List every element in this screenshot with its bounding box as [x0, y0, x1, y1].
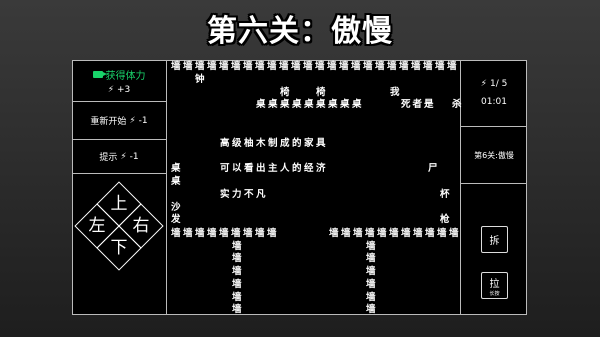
corpse-tile[interactable]: 尸 [428, 163, 438, 175]
wall-tile: 墙 [232, 253, 242, 264]
wall-tile: 墙 [232, 266, 242, 277]
energy-label: 获得体力 [105, 70, 146, 82]
right-label: 右 [132, 216, 150, 236]
tables-row[interactable]: 桌桌桌桌桌桌桌桌桌 [256, 99, 364, 111]
video-icon [92, 70, 107, 78]
clock-tile[interactable]: 钟 [195, 74, 205, 86]
right-panel: ⚡ 1/ 5 01:01 第6关:傲慢 拆 拉 长按 [460, 60, 527, 315]
level-name: 第6关:傲慢 [474, 150, 514, 160]
wall-tile: 墙 [366, 266, 376, 277]
top-wall: 墙墙墙墙墙墙墙墙墙墙墙墙墙墙墙墙墙墙墙墙墙墙墙墙 [171, 61, 460, 72]
energy-count: 1/ 5 [489, 79, 508, 89]
table-tile[interactable]: 桌 [171, 163, 181, 175]
wall-tile: 墙 [232, 279, 242, 290]
gun-tile[interactable]: 枪 [440, 214, 450, 226]
chair-tile[interactable]: 椅 [316, 87, 326, 99]
lightning-icon: ⚡ [120, 151, 127, 162]
restart-button[interactable]: 重新开始 ⚡ -1 [72, 102, 166, 140]
sofa-tile[interactable]: 沙 [171, 202, 181, 214]
wall-tile: 墙 [232, 292, 242, 303]
player-tile[interactable]: 我 [390, 87, 400, 99]
wall-tile: 墙 [232, 241, 242, 252]
description-line: 可以看出主人的经济 [220, 163, 329, 174]
direction-pad: 上 左 右 下 [72, 174, 167, 314]
kill-tile[interactable]: 杀 [452, 99, 462, 111]
lightning-icon: ⚡ [129, 115, 136, 126]
level-name-box: 第6关:傲慢 [461, 127, 527, 184]
get-energy-button[interactable]: 获得体力 ⚡ +3 [72, 60, 166, 102]
description-line: 高级柚木制成的家具 [220, 138, 329, 149]
hint-cost: -1 [129, 151, 139, 162]
lightning-icon: ⚡ [107, 84, 115, 95]
lightning-icon: ⚡ [480, 79, 487, 89]
bottom-wall-left: 墙墙墙墙墙墙墙墙墙 [171, 228, 280, 239]
wall-tile: 墙 [366, 292, 376, 303]
table-tile[interactable]: 桌 [171, 176, 181, 188]
wall-tile: 墙 [366, 304, 376, 315]
wall-tile: 墙 [366, 279, 376, 290]
hint-label: 提示 [99, 153, 118, 163]
level-title: 第六关：傲慢 [207, 14, 393, 49]
timer: 01:01 [481, 97, 507, 107]
dismantle-button[interactable]: 拆 [481, 226, 508, 253]
wall-tile: 墙 [366, 253, 376, 264]
restart-cost: -1 [138, 115, 148, 126]
left-label: 左 [88, 216, 106, 236]
dead-text[interactable]: 死者是 [401, 99, 436, 111]
wall-tile: 墙 [232, 304, 242, 315]
pull-button[interactable]: 拉 长按 [481, 272, 508, 299]
left-panel: 获得体力 ⚡ +3 重新开始 ⚡ -1 提示 ⚡ -1 上 左 右 下 [72, 60, 167, 315]
cup-tile[interactable]: 杯 [440, 189, 450, 201]
bottom-wall-right: 墙墙墙墙墙墙墙墙墙墙墙 [329, 228, 462, 239]
up-label: 上 [110, 194, 128, 214]
restart-label: 重新开始 [90, 117, 127, 127]
dismantle-label: 拆 [489, 236, 500, 247]
energy-bonus: +3 [117, 84, 131, 95]
description-line: 实力不凡 [220, 189, 269, 200]
status-box: ⚡ 1/ 5 01:01 [461, 60, 527, 127]
pull-label: 拉 [489, 278, 500, 290]
down-label: 下 [110, 238, 128, 258]
wall-tile: 墙 [366, 241, 376, 252]
pull-sublabel: 长按 [489, 290, 500, 297]
chair-tile[interactable]: 椅 [280, 87, 290, 99]
hint-button[interactable]: 提示 ⚡ -1 [72, 140, 166, 174]
sofa-tile[interactable]: 发 [171, 214, 181, 226]
